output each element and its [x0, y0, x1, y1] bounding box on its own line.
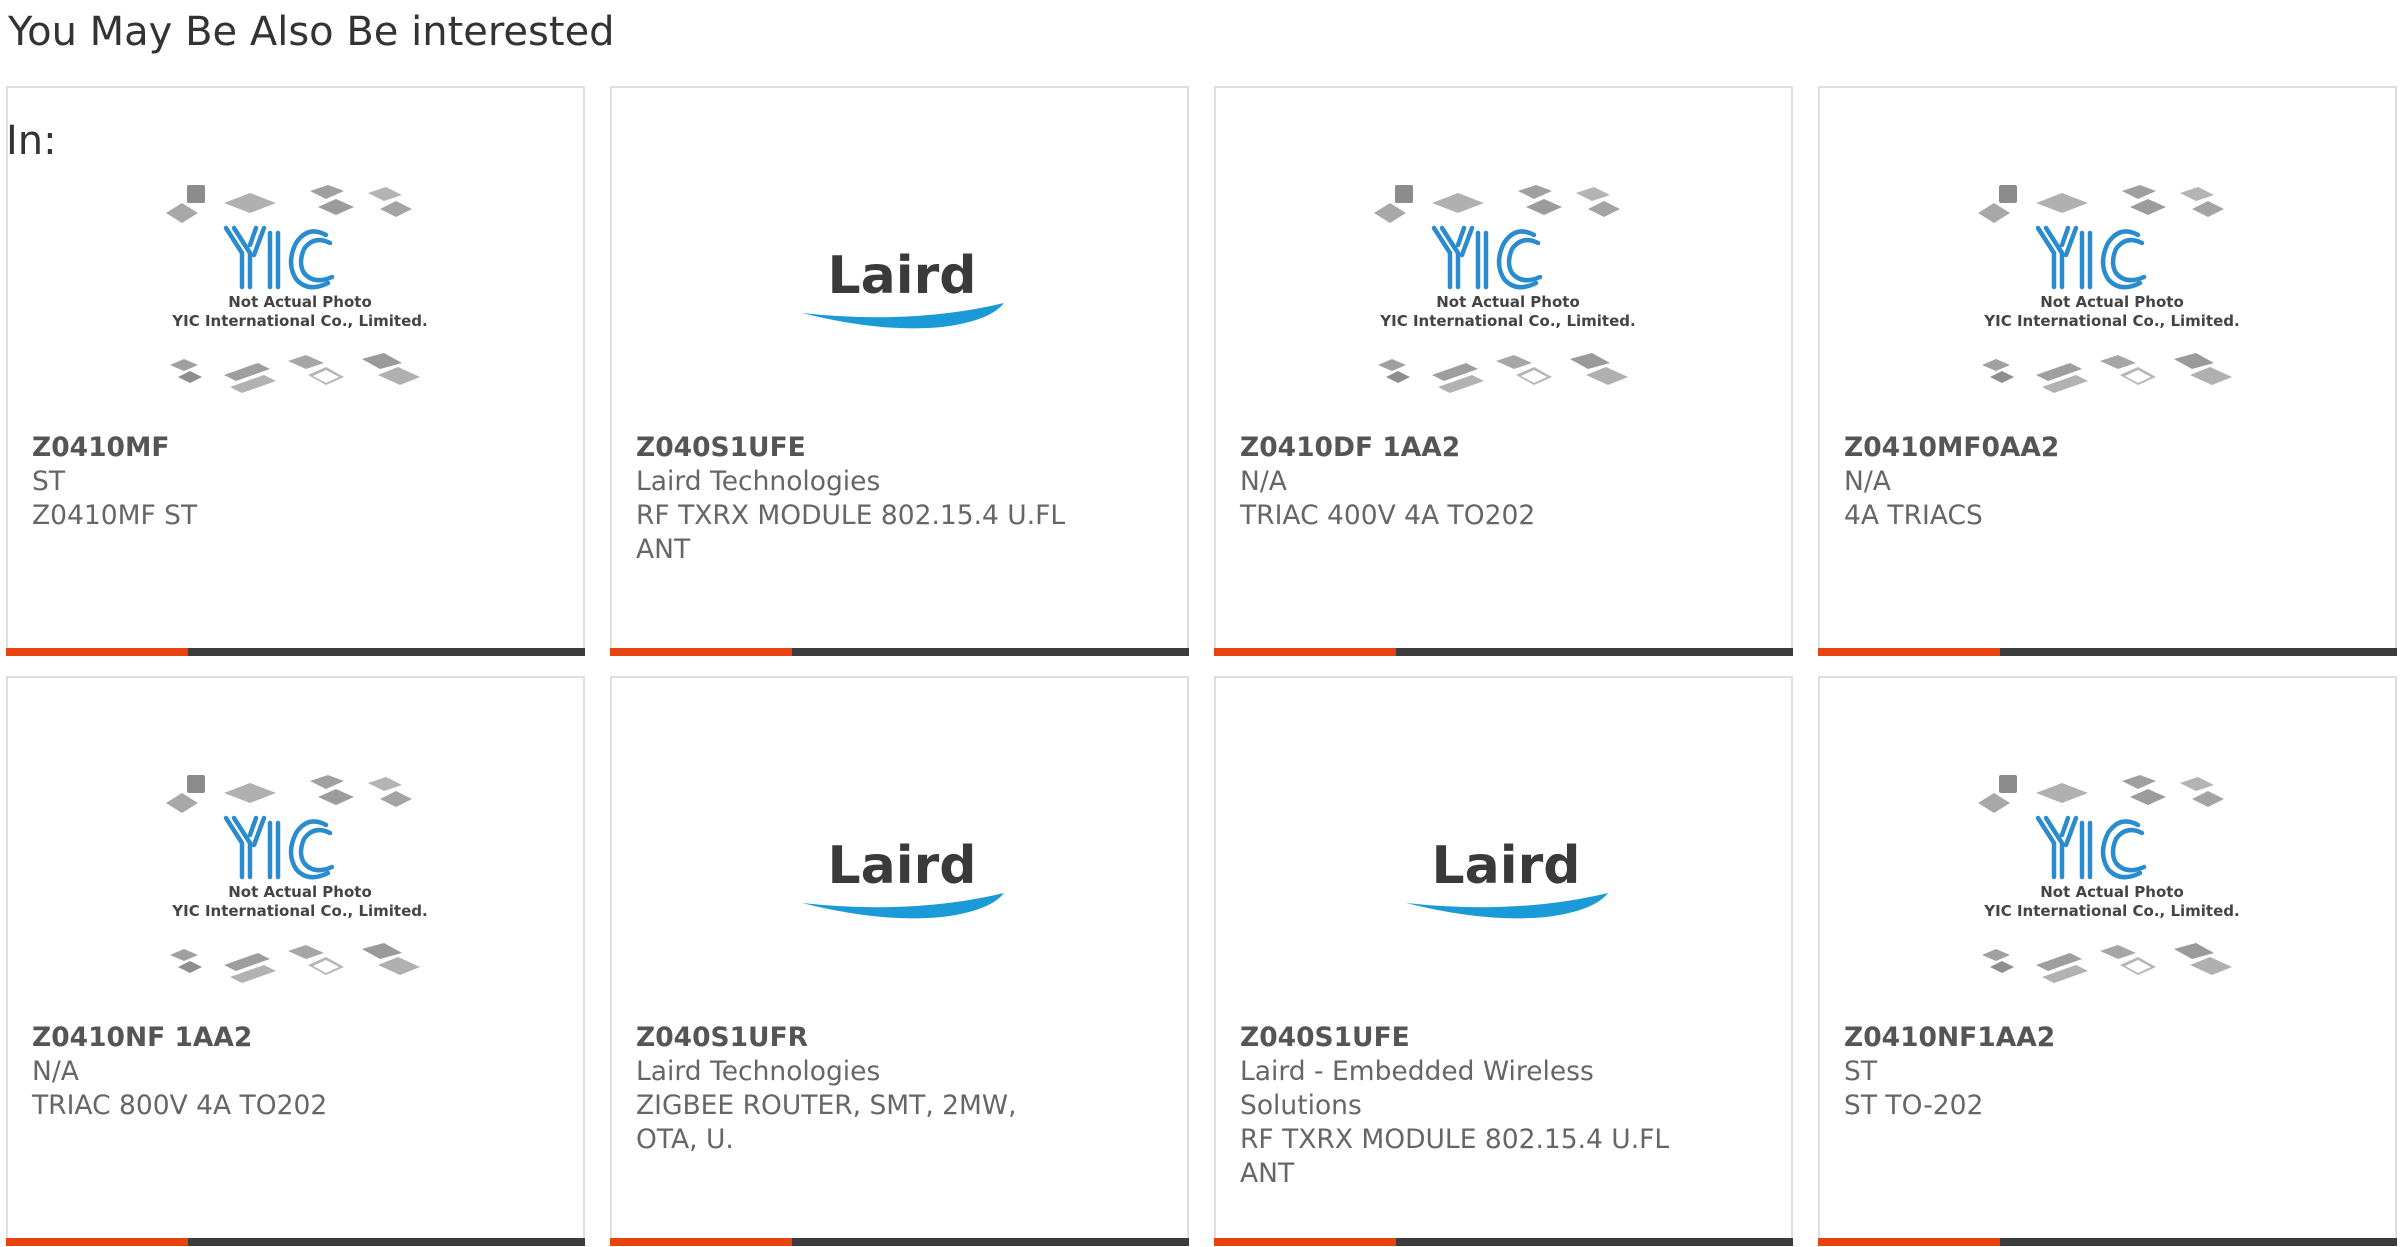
- product-card[interactable]: Not Actual Photo YIC International Co., …: [1818, 676, 2397, 1246]
- part-number-link[interactable]: Z040S1UFR: [636, 1021, 1076, 1055]
- product-info: Z0410MF0AA2 N/A 4A TRIACS: [1844, 431, 2284, 533]
- in-label: In:: [6, 118, 57, 164]
- product-description: RF TXRX MODULE 802.15.4 U.FL ANT: [636, 500, 1066, 565]
- product-info: Z0410DF 1AA2 N/A TRIAC 400V 4A TO202: [1240, 431, 1680, 533]
- placeholder-line2: YIC International Co., Limited.: [171, 902, 427, 920]
- card-bottom-bar: [1214, 1238, 1793, 1246]
- product-card[interactable]: Not Actual Photo YIC International Co., …: [1818, 86, 2397, 656]
- yic-placeholder-image: Not Actual Photo YIC International Co., …: [1374, 185, 1636, 393]
- product-description: Z0410MF ST: [32, 500, 198, 531]
- yic-placeholder-image: Not Actual Photo YIC International Co., …: [1978, 185, 2240, 393]
- placeholder-line1: Not Actual Photo: [228, 883, 372, 901]
- card-bottom-bar: [610, 1238, 1189, 1246]
- card-bottom-bar: [1818, 1238, 2397, 1246]
- laird-logo-image: Laird: [1406, 836, 1608, 919]
- product-description: ST TO-202: [1844, 1090, 1984, 1121]
- placeholder-line2: YIC International Co., Limited.: [1379, 312, 1635, 330]
- card-bar-accent: [610, 648, 792, 656]
- placeholder-line2: YIC International Co., Limited.: [1983, 312, 2239, 330]
- placeholder-line1: Not Actual Photo: [228, 293, 372, 311]
- product-card[interactable]: Laird Z040S1UFE Laird - Embedded Wireless…: [1214, 676, 1793, 1246]
- laird-logo[interactable]: Laird: [762, 763, 1042, 1003]
- card-bar-accent: [6, 648, 188, 656]
- part-number-link[interactable]: Z0410NF1AA2: [1844, 1021, 2284, 1055]
- laird-logo-text: Laird: [828, 246, 977, 306]
- laird-logo-text: Laird: [1432, 836, 1581, 896]
- product-description: RF TXRX MODULE 802.15.4 U.FL ANT: [1240, 1124, 1670, 1189]
- yic-placeholder-image: Not Actual Photo YIC International Co., …: [166, 185, 428, 393]
- product-info: Z040S1UFE Laird Technologies RF TXRX MODUL…: [636, 431, 1076, 567]
- product-info: Z040S1UFE Laird - Embedded Wireless Solut…: [1240, 1021, 1680, 1191]
- card-bottom-bar: [1818, 648, 2397, 656]
- product-card[interactable]: Not Actual Photo YIC International Co., …: [6, 86, 585, 656]
- card-bar-accent: [1818, 648, 2000, 656]
- card-bottom-bar: [610, 648, 1189, 656]
- part-number-link[interactable]: Z040S1UFE: [1240, 1021, 1680, 1055]
- product-card[interactable]: Not Actual Photo YIC International Co., …: [1214, 86, 1793, 656]
- manufacturer-name: N/A: [1240, 466, 1287, 497]
- part-number-link[interactable]: Z040S1UFE: [636, 431, 1076, 465]
- part-number-link[interactable]: Z0410NF 1AA2: [32, 1021, 472, 1055]
- yic-placeholder-photo[interactable]: Not Actual Photo YIC International Co., …: [1366, 173, 1646, 413]
- product-info: Z040S1UFR Laird Technologies ZIGBEE ROUTER…: [636, 1021, 1076, 1157]
- product-info: Z0410MF ST Z0410MF ST: [32, 431, 472, 533]
- product-info: Z0410NF1AA2 ST ST TO-202: [1844, 1021, 2284, 1123]
- manufacturer-name: Laird Technologies: [636, 466, 881, 497]
- manufacturer-name: N/A: [1844, 466, 1891, 497]
- card-bottom-bar: [6, 648, 585, 656]
- card-bar-accent: [6, 1238, 188, 1246]
- laird-logo[interactable]: Laird: [762, 173, 1042, 413]
- product-card[interactable]: Laird Z040S1UFR Laird Technologies ZIGBEE …: [610, 676, 1189, 1246]
- product-description: TRIAC 800V 4A TO202: [32, 1090, 328, 1121]
- part-number-link[interactable]: Z0410MF: [32, 431, 472, 465]
- card-bar-accent: [1214, 1238, 1396, 1246]
- manufacturer-name: Laird - Embedded Wireless Solutions: [1240, 1056, 1594, 1121]
- placeholder-line1: Not Actual Photo: [2040, 883, 2184, 901]
- placeholder-line1: Not Actual Photo: [2040, 293, 2184, 311]
- yic-placeholder-photo[interactable]: Not Actual Photo YIC International Co., …: [158, 173, 438, 413]
- laird-logo[interactable]: Laird: [1366, 763, 1646, 1003]
- laird-logo-image: Laird: [802, 836, 1004, 919]
- product-card[interactable]: Laird Z040S1UFE Laird Technologies RF TXRX…: [610, 86, 1189, 656]
- card-bottom-bar: [1214, 648, 1793, 656]
- product-description: TRIAC 400V 4A TO202: [1240, 500, 1536, 531]
- card-bottom-bar: [6, 1238, 585, 1246]
- part-number-link[interactable]: Z0410MF0AA2: [1844, 431, 2284, 465]
- manufacturer-name: Laird Technologies: [636, 1056, 881, 1087]
- card-bar-accent: [1818, 1238, 2000, 1246]
- product-description: 4A TRIACS: [1844, 500, 1983, 531]
- manufacturer-name: ST: [32, 466, 66, 497]
- laird-logo-text: Laird: [828, 836, 977, 896]
- yic-placeholder-photo[interactable]: Not Actual Photo YIC International Co., …: [158, 763, 438, 1003]
- product-info: Z0410NF 1AA2 N/A TRIAC 800V 4A TO202: [32, 1021, 472, 1123]
- placeholder-line2: YIC International Co., Limited.: [1983, 902, 2239, 920]
- part-number-link[interactable]: Z0410DF 1AA2: [1240, 431, 1680, 465]
- placeholder-line2: YIC International Co., Limited.: [171, 312, 427, 330]
- placeholder-line1: Not Actual Photo: [1436, 293, 1580, 311]
- product-description: ZIGBEE ROUTER, SMT, 2MW, OTA, U.: [636, 1090, 1017, 1155]
- card-bar-accent: [610, 1238, 792, 1246]
- manufacturer-name: ST: [1844, 1056, 1878, 1087]
- yic-placeholder-image: Not Actual Photo YIC International Co., …: [166, 775, 428, 983]
- yic-placeholder-photo[interactable]: Not Actual Photo YIC International Co., …: [1970, 763, 2250, 1003]
- manufacturer-name: N/A: [32, 1056, 79, 1087]
- section-heading: You May Be Also Be interested: [8, 9, 615, 55]
- yic-placeholder-photo[interactable]: Not Actual Photo YIC International Co., …: [1970, 173, 2250, 413]
- card-bar-accent: [1214, 648, 1396, 656]
- yic-placeholder-image: Not Actual Photo YIC International Co., …: [1978, 775, 2240, 983]
- laird-logo-image: Laird: [802, 246, 1004, 329]
- product-card[interactable]: Not Actual Photo YIC International Co., …: [6, 676, 585, 1246]
